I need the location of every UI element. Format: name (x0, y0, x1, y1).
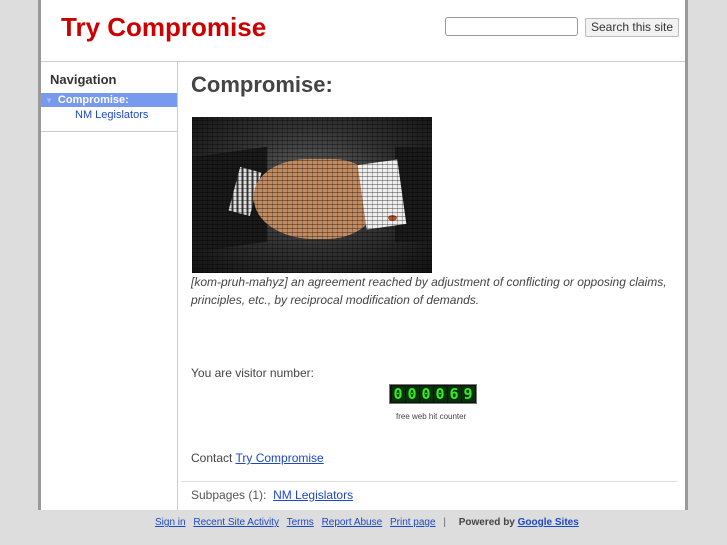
counter-digit: 0 (391, 385, 405, 403)
main-content: Compromise: [kom-pruh-mahyz] an agreemen… (181, 62, 677, 502)
triangle-down-icon[interactable]: ▼ (45, 96, 53, 105)
search-site-button[interactable]: Search this site (585, 18, 680, 37)
navigation-box: Navigation ▼ Compromise: NM Legislators (41, 62, 177, 132)
site-footer: Sign in Recent Site Activity Terms Repor… (155, 517, 579, 528)
contact-link[interactable]: Try Compromise (235, 451, 323, 465)
page-title: Compromise: (191, 72, 333, 97)
site-title-link[interactable]: Try Compromise (61, 12, 266, 43)
search-input[interactable] (445, 17, 578, 36)
recent-site-activity-link[interactable]: Recent Site Activity (193, 517, 279, 528)
footer-separator: | (443, 517, 446, 528)
visitor-label: You are visitor number: (191, 366, 314, 380)
sidebar: Navigation ▼ Compromise: NM Legislators (41, 62, 178, 510)
powered-by-prefix: Powered by (458, 517, 515, 528)
subpage-link-nm-legislators[interactable]: NM Legislators (273, 488, 353, 502)
sidebar-item-nm-legislators[interactable]: NM Legislators (41, 107, 177, 122)
counter-digit: 0 (419, 385, 433, 403)
image-grid-overlay (192, 117, 432, 273)
counter-digit: 0 (405, 385, 419, 403)
hit-counter[interactable]: 0 0 0 0 6 9 (389, 384, 477, 404)
site-header: Try Compromise Search this site (41, 0, 685, 62)
contact-line: Contact Try Compromise (191, 451, 324, 465)
subpages-label: Subpages (1): (191, 488, 267, 502)
navigation-heading: Navigation (50, 72, 117, 87)
sign-in-link[interactable]: Sign in (155, 517, 186, 528)
page-wrapper: Try Compromise Search this site Navigati… (38, 0, 688, 510)
definition-text: [kom-pruh-mahyz] an agreement reached by… (191, 275, 667, 307)
counter-digit: 9 (461, 385, 475, 403)
sidebar-item-label: Compromise: (57, 94, 129, 106)
subpages-line: Subpages (1): NM Legislators (191, 488, 353, 502)
counter-caption: free web hit counter (396, 412, 467, 421)
powered-by: Powered by Google Sites (459, 517, 579, 528)
sidebar-item-label: NM Legislators (75, 109, 149, 121)
google-sites-link[interactable]: Google Sites (518, 517, 579, 528)
sidebar-item-compromise[interactable]: ▼ Compromise: (41, 93, 177, 107)
counter-digit: 6 (447, 385, 461, 403)
contact-prefix: Contact (191, 451, 233, 465)
handshake-image (192, 117, 432, 273)
print-page-link[interactable]: Print page (390, 517, 436, 528)
counter-digit: 0 (433, 385, 447, 403)
divider (181, 481, 677, 482)
report-abuse-link[interactable]: Report Abuse (322, 517, 383, 528)
terms-link[interactable]: Terms (287, 517, 314, 528)
